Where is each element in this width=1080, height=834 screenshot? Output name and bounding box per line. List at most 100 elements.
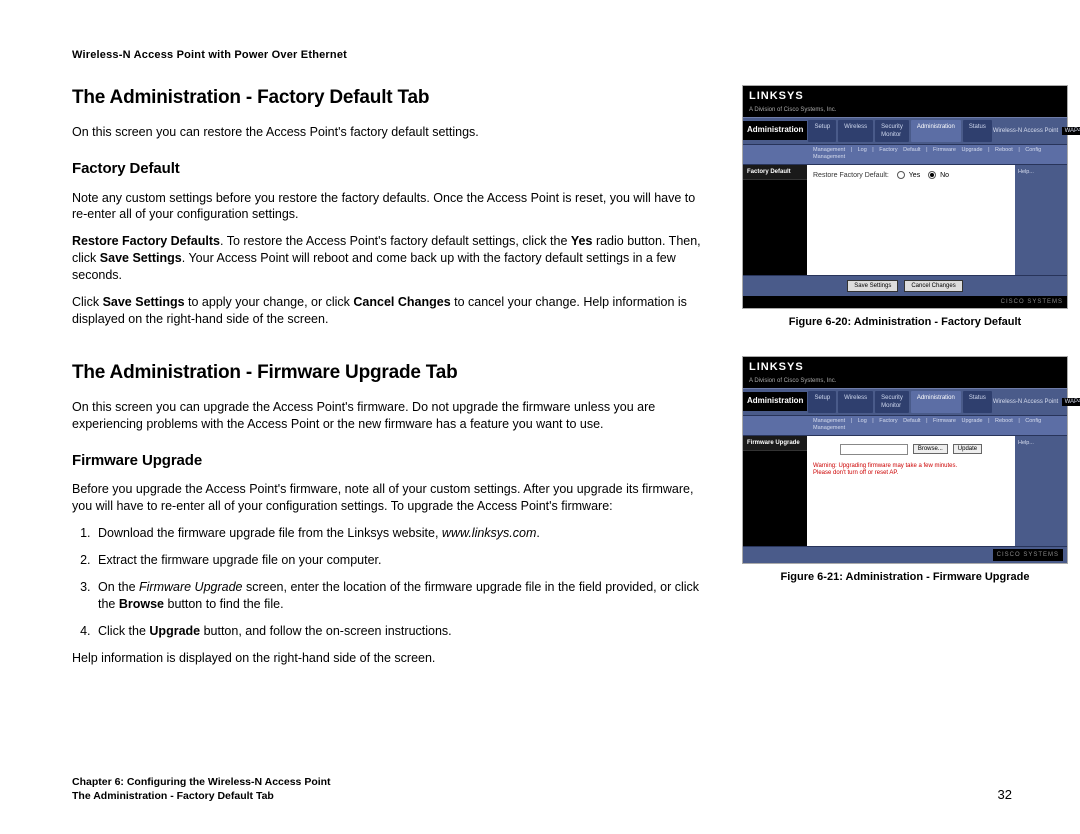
brand-logo-text: LINKSYS bbox=[749, 89, 804, 104]
help-info-note: Help information is displayed on the rig… bbox=[72, 650, 710, 667]
product-title: Wireless-N Access Point bbox=[993, 399, 1058, 405]
browse-button[interactable]: Browse... bbox=[913, 444, 948, 454]
help-link[interactable]: Help... bbox=[1018, 169, 1034, 175]
side-panel-label: Factory Default bbox=[743, 165, 807, 180]
upgrade-bold: Upgrade bbox=[149, 624, 200, 638]
model-badge: WAP4400N bbox=[1062, 398, 1080, 406]
step-4: Click the Upgrade button, and follow the… bbox=[94, 623, 710, 640]
mock-brand-bar: LINKSYS bbox=[743, 86, 1067, 106]
file-path-input[interactable] bbox=[840, 444, 908, 455]
firmware-steps-list: Download the firmware upgrade file from … bbox=[72, 525, 710, 639]
tab-security-monitor[interactable]: Security Monitor bbox=[875, 391, 909, 413]
t: button to find the file. bbox=[164, 597, 284, 611]
cisco-logo-text: CISCO SYSTEMS bbox=[1001, 298, 1063, 306]
content-area: Browse... Update Warning: Upgrading firm… bbox=[807, 436, 1015, 546]
cisco-logo-bar: CISCO SYSTEMS bbox=[743, 546, 1067, 563]
main-tabs: Setup Wireless Security Monitor Administ… bbox=[807, 389, 992, 415]
tab-setup[interactable]: Setup bbox=[808, 120, 836, 142]
document-page: Wireless-N Access Point with Power Over … bbox=[0, 0, 1080, 834]
figure-factory-default-screenshot: LINKSYS A Division of Cisco Systems, Inc… bbox=[742, 85, 1068, 309]
factory-default-intro: On this screen you can restore the Acces… bbox=[72, 124, 710, 141]
radio-no[interactable] bbox=[928, 171, 936, 179]
t: button, and follow the on-screen instruc… bbox=[200, 624, 452, 638]
warn-line-2: Please don't turn off or reset AP. bbox=[813, 470, 1009, 477]
linksys-url: www.linksys.com bbox=[442, 526, 536, 540]
tab-administration[interactable]: Administration bbox=[911, 120, 961, 142]
upgrade-warning: Warning: Upgrading firmware may take a f… bbox=[813, 463, 1009, 477]
side-panel: Factory Default bbox=[743, 165, 807, 275]
firmware-intro: On this screen you can upgrade the Acces… bbox=[72, 399, 710, 433]
side-panel-label: Firmware Upgrade bbox=[743, 436, 807, 451]
footer-subtitle: The Administration - Factory Default Tab bbox=[72, 789, 331, 804]
mock-brand-bar: LINKSYS bbox=[743, 357, 1067, 377]
page-footer: Chapter 6: Configuring the Wireless-N Ac… bbox=[72, 775, 1012, 804]
subheading-factory-default: Factory Default bbox=[72, 159, 710, 179]
section-title-factory-default-tab: The Administration - Factory Default Tab bbox=[72, 85, 710, 111]
page-number: 32 bbox=[998, 786, 1012, 804]
mock-title-bar: Administration Setup Wireless Security M… bbox=[743, 388, 1067, 416]
warn-line-1: Warning: Upgrading firmware may take a f… bbox=[813, 463, 1009, 470]
help-panel: Help... bbox=[1015, 165, 1067, 275]
section-label: Administration bbox=[743, 121, 807, 140]
help-link[interactable]: Help... bbox=[1018, 440, 1034, 446]
figure-caption-firmware-upgrade: Figure 6-21: Administration - Firmware U… bbox=[742, 570, 1068, 585]
save-settings-button[interactable]: Save Settings bbox=[847, 280, 898, 292]
tab-status[interactable]: Status bbox=[963, 120, 992, 142]
model-badge: WAP4400N bbox=[1062, 127, 1080, 135]
sub-tabs: Management | Log | Factory Default | Fir… bbox=[743, 416, 1067, 436]
t: . bbox=[536, 526, 539, 540]
factory-default-note: Note any custom settings before you rest… bbox=[72, 190, 710, 224]
t: Click bbox=[72, 295, 103, 309]
step-1: Download the firmware upgrade file from … bbox=[94, 525, 710, 542]
sub-tabs: Management | Log | Factory Default | Fir… bbox=[743, 145, 1067, 165]
t: On the bbox=[98, 580, 139, 594]
subheading-firmware-upgrade: Firmware Upgrade bbox=[72, 451, 710, 471]
radio-no-label: No bbox=[940, 172, 949, 179]
step-2: Extract the firmware upgrade file on you… bbox=[94, 552, 710, 569]
radio-yes[interactable] bbox=[897, 171, 905, 179]
t: to apply your change, or click bbox=[185, 295, 354, 309]
brand-tagline: A Division of Cisco Systems, Inc. bbox=[743, 106, 1067, 117]
tab-wireless[interactable]: Wireless bbox=[838, 391, 873, 413]
tab-security-monitor[interactable]: Security Monitor bbox=[875, 120, 909, 142]
t: . To restore the Access Point's factory … bbox=[220, 234, 571, 248]
update-button[interactable]: Update bbox=[953, 444, 982, 454]
browse-bold: Browse bbox=[119, 597, 164, 611]
save-settings-bold: Save Settings bbox=[100, 251, 182, 265]
main-column: The Administration - Factory Default Tab… bbox=[72, 85, 710, 677]
save-cancel-note: Click Save Settings to apply your change… bbox=[72, 294, 710, 328]
restore-instructions: Restore Factory Defaults. To restore the… bbox=[72, 233, 710, 284]
cisco-logo-bar: CISCO SYSTEMS bbox=[743, 296, 1067, 308]
mock-footer: Save Settings Cancel Changes bbox=[743, 275, 1067, 296]
figure-caption-factory-default: Figure 6-20: Administration - Factory De… bbox=[742, 315, 1068, 330]
restore-bold: Restore Factory Defaults bbox=[72, 234, 220, 248]
two-column-layout: The Administration - Factory Default Tab… bbox=[72, 85, 1012, 677]
section-title-firmware-upgrade-tab: The Administration - Firmware Upgrade Ta… bbox=[72, 360, 710, 386]
firmware-upgrade-italic: Firmware Upgrade bbox=[139, 580, 243, 594]
row-label: Restore Factory Default: bbox=[813, 171, 889, 180]
product-model: Wireless-N Access Point WAP4400N bbox=[993, 127, 1080, 135]
tab-status[interactable]: Status bbox=[963, 391, 992, 413]
cisco-logo-text: CISCO SYSTEMS bbox=[993, 549, 1063, 561]
mock-title-bar: Administration Setup Wireless Security M… bbox=[743, 117, 1067, 145]
t: Click the bbox=[98, 624, 149, 638]
firmware-before-note: Before you upgrade the Access Point's fi… bbox=[72, 481, 710, 515]
side-panel: Firmware Upgrade bbox=[743, 436, 807, 546]
tab-setup[interactable]: Setup bbox=[808, 391, 836, 413]
section-label: Administration bbox=[743, 392, 807, 411]
yes-bold: Yes bbox=[571, 234, 593, 248]
tab-administration[interactable]: Administration bbox=[911, 391, 961, 413]
radio-yes-label: Yes bbox=[909, 172, 920, 179]
save-settings-bold: Save Settings bbox=[103, 295, 185, 309]
cancel-changes-button[interactable]: Cancel Changes bbox=[904, 280, 962, 292]
main-tabs: Setup Wireless Security Monitor Administ… bbox=[807, 118, 992, 144]
figure-firmware-upgrade-screenshot: LINKSYS A Division of Cisco Systems, Inc… bbox=[742, 356, 1068, 564]
tab-wireless[interactable]: Wireless bbox=[838, 120, 873, 142]
step-3: On the Firmware Upgrade screen, enter th… bbox=[94, 579, 710, 613]
t: Download the firmware upgrade file from … bbox=[98, 526, 442, 540]
product-model: Wireless-N Access Point WAP4400N bbox=[993, 398, 1080, 406]
brand-tagline: A Division of Cisco Systems, Inc. bbox=[743, 377, 1067, 388]
content-area: Restore Factory Default: Yes No bbox=[807, 165, 1015, 275]
document-header: Wireless-N Access Point with Power Over … bbox=[72, 48, 1012, 63]
help-panel: Help... bbox=[1015, 436, 1067, 546]
